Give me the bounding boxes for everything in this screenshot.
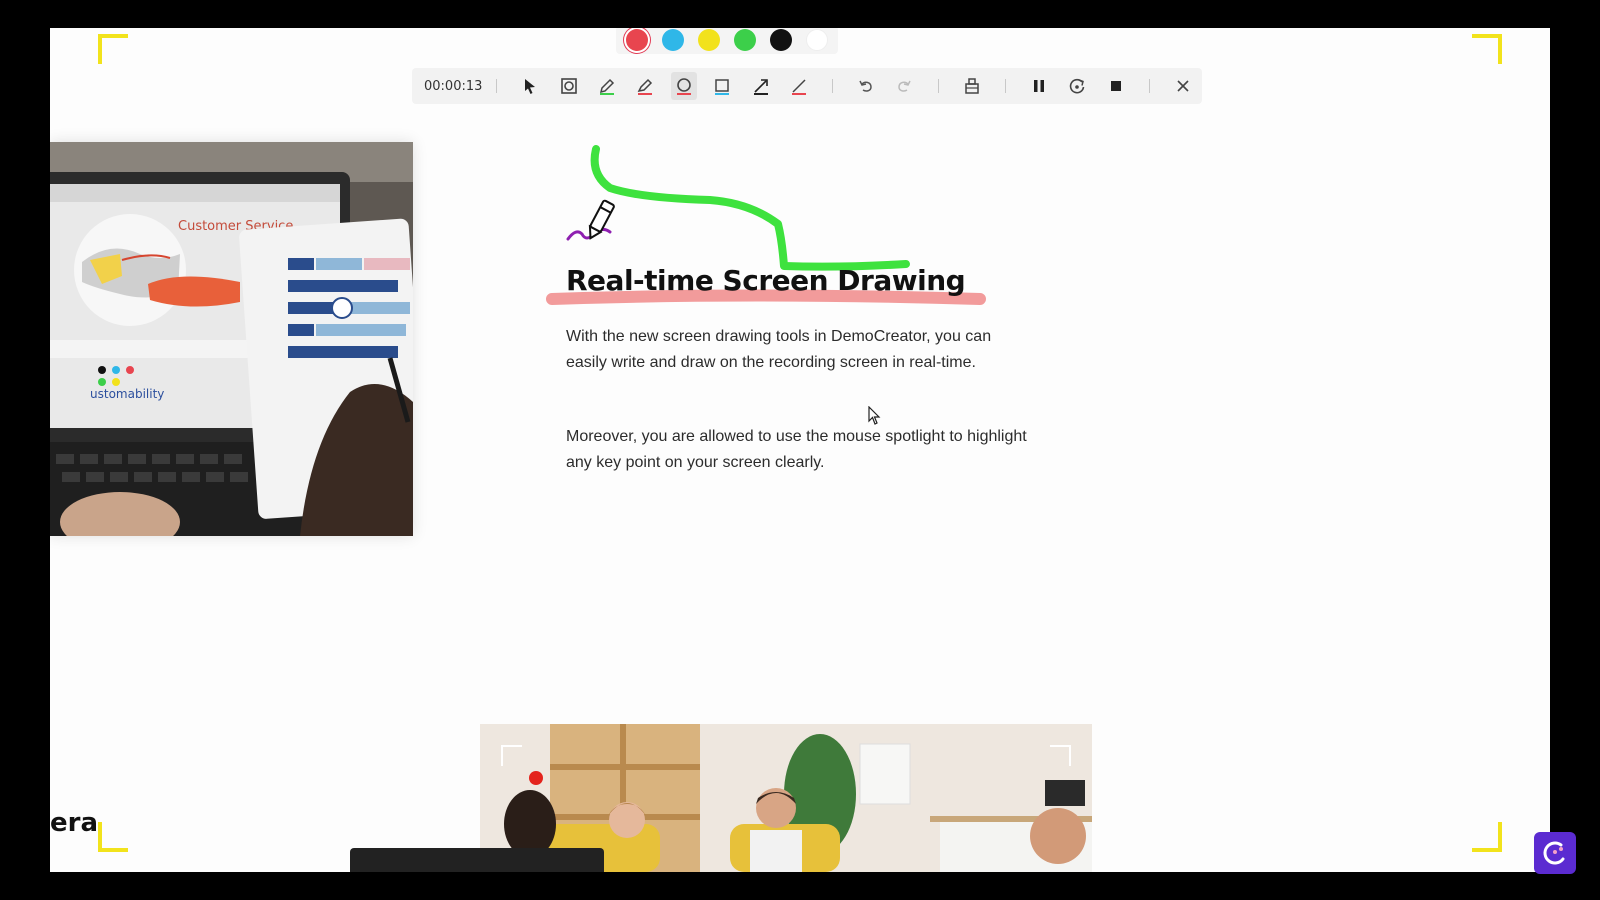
arrow-icon <box>753 79 768 95</box>
circle-button[interactable] <box>670 72 697 100</box>
app-logo-icon <box>1543 841 1565 865</box>
pen-button[interactable] <box>594 72 620 100</box>
pause-button[interactable] <box>1026 72 1052 100</box>
eraser-icon <box>964 78 979 94</box>
drawing-toolbar: 00:00:13 <box>412 68 1202 104</box>
line-icon <box>791 79 806 95</box>
taskbar-strip <box>350 848 604 872</box>
mouse-pointer-icon <box>868 406 881 425</box>
frame-corner-bottom-left <box>98 822 128 852</box>
toolbar-divider <box>832 79 833 93</box>
toolbar-divider <box>496 79 498 93</box>
frame-corner-bottom-right <box>1472 822 1502 852</box>
eraser-button[interactable] <box>958 72 984 100</box>
color-swatch-green[interactable] <box>734 29 756 51</box>
recording-timer: 00:00:13 <box>424 78 483 94</box>
democreator-app-icon[interactable] <box>1534 832 1576 874</box>
laptop-illustration: Customer Service ustomability <box>50 142 413 536</box>
redo-button[interactable] <box>891 72 917 100</box>
rectangle-button[interactable] <box>709 72 735 100</box>
color-palette <box>616 28 838 54</box>
color-swatch-red[interactable] <box>626 29 648 51</box>
toolbar-divider <box>937 79 939 93</box>
highlighter-button[interactable] <box>632 72 658 100</box>
laptop-handwriting-text: ustomability <box>90 387 164 401</box>
pen-icon <box>600 78 615 95</box>
spotlight-button[interactable] <box>556 72 582 100</box>
line-button[interactable] <box>786 72 812 100</box>
highlighter-icon <box>638 78 653 95</box>
brand-logo-partial: era <box>50 808 99 838</box>
pointer-button[interactable] <box>517 72 543 100</box>
stop-icon <box>1110 81 1121 91</box>
toolbar-divider <box>1004 79 1006 93</box>
redo-icon <box>898 80 912 92</box>
restart-icon <box>1069 78 1085 94</box>
circle-icon <box>676 78 691 95</box>
pen-cursor-icon <box>588 199 615 240</box>
toolbar-divider <box>1148 79 1150 93</box>
pause-icon <box>1033 80 1044 92</box>
spotlight-icon <box>560 78 577 94</box>
color-swatch-blue[interactable] <box>662 29 684 51</box>
purple-pen-stroke <box>566 227 612 241</box>
undo-icon <box>859 80 872 92</box>
undo-button[interactable] <box>853 72 879 100</box>
arrow-button[interactable] <box>747 72 773 100</box>
close-button[interactable] <box>1170 72 1196 100</box>
rectangle-icon <box>715 79 730 95</box>
green-pen-stroke <box>590 145 910 271</box>
description-paragraph-2: Moreover, you are allowed to use the mou… <box>566 428 1027 471</box>
color-swatch-yellow[interactable] <box>698 29 720 51</box>
restart-button[interactable] <box>1064 72 1090 100</box>
color-swatch-white[interactable] <box>806 29 828 51</box>
color-swatch-black[interactable] <box>770 29 792 51</box>
cursor-icon <box>525 79 536 94</box>
laptop-screenshot-image: Customer Service ustomability <box>50 142 413 536</box>
frame-corner-top-right <box>1472 34 1502 64</box>
page-heading: Real-time Screen Drawing <box>566 264 966 297</box>
recording-canvas: 00:00:13 Customer Service ustomability R… <box>50 28 1550 872</box>
stop-button[interactable] <box>1102 72 1128 100</box>
description-paragraph-1: With the new screen drawing tools in Dem… <box>566 328 992 371</box>
close-icon <box>1177 80 1189 92</box>
frame-corner-top-left <box>98 34 128 64</box>
